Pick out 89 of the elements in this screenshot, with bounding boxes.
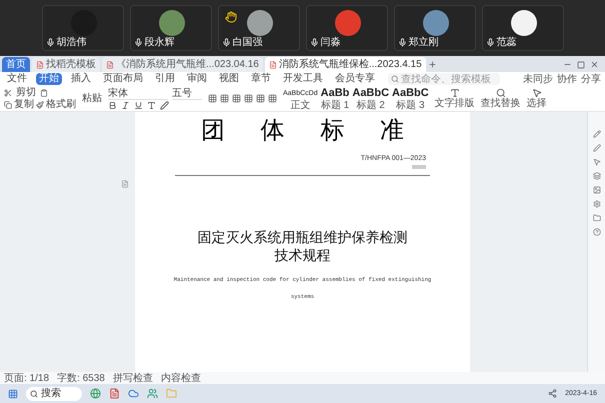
ribbon-label[interactable]: 格式刷 (46, 98, 76, 110)
new-tab-icon[interactable] (428, 60, 437, 69)
toolbar-action[interactable]: 分享 (581, 74, 601, 84)
menu-item[interactable]: 引用 (152, 73, 178, 85)
pointer-icon[interactable] (592, 158, 600, 166)
start-icon[interactable] (8, 388, 18, 398)
ribbon-label[interactable]: 复制 (14, 98, 34, 110)
style-preset[interactable]: AaBbC 标题 3 (392, 86, 429, 110)
microphone-icon[interactable] (310, 38, 318, 47)
menu-item[interactable]: 开始 (36, 73, 62, 85)
bold-icon[interactable] (108, 100, 117, 110)
settings-icon[interactable] (592, 200, 600, 208)
folder-icon[interactable] (592, 214, 600, 222)
copy-icon[interactable] (4, 100, 12, 108)
maximize-icon[interactable] (577, 60, 585, 68)
browser-icon[interactable] (90, 388, 101, 399)
underline-icon[interactable] (134, 100, 143, 110)
participant-name: 郑立刚 (408, 37, 438, 48)
scissors-icon[interactable] (4, 88, 12, 96)
document-app-icon[interactable] (109, 388, 120, 399)
size-dropdown[interactable]: 五号 (172, 88, 202, 100)
pen-icon[interactable] (592, 144, 600, 152)
taskbar-search[interactable]: 搜索 (26, 386, 82, 400)
document-title: 技术规程 (274, 246, 330, 264)
text-layout-icon (450, 88, 460, 98)
avatar (246, 10, 272, 36)
clipboard-icon[interactable] (40, 88, 48, 96)
menu-item[interactable]: 会员专享 (332, 73, 378, 85)
browser-tab[interactable]: 消防系统气瓶维保检...2023.4.15 (264, 57, 426, 72)
microphone-icon[interactable] (398, 38, 406, 47)
document-icon (268, 60, 277, 68)
avatar (334, 10, 360, 36)
people-icon[interactable] (147, 388, 158, 399)
font-dropdown[interactable]: 宋体 (108, 88, 168, 100)
document-icon (36, 60, 44, 68)
image-icon[interactable] (592, 186, 600, 194)
cloud-icon[interactable] (128, 388, 139, 399)
ribbon-tool[interactable]: 查找替换 (480, 88, 521, 109)
participant-name: 范蕊 (496, 37, 516, 48)
menu-item[interactable]: 章节 (248, 73, 274, 85)
search-field[interactable]: 查找命令、搜索模板 (388, 73, 500, 85)
help-icon[interactable] (592, 228, 600, 236)
status-item[interactable]: 拼写检查 (112, 372, 153, 384)
status-item: 页面: 1/18 (4, 372, 50, 384)
status-item: 字数: 6538 (57, 372, 105, 384)
ribbon-label[interactable]: 粘贴 (82, 92, 102, 104)
pointer-icon (532, 88, 542, 98)
font-color-icon[interactable] (147, 100, 156, 110)
browser-tab[interactable]: 首页 (2, 57, 30, 72)
microphone-icon[interactable] (486, 38, 494, 47)
avatar (510, 10, 536, 36)
microphone-icon[interactable] (134, 38, 142, 47)
menu-item[interactable]: 审阅 (184, 73, 210, 85)
document-icon (106, 60, 114, 68)
browser-tab[interactable]: 找稻壳模板 (32, 57, 100, 72)
share-icon[interactable] (548, 389, 558, 398)
paintbrush-icon[interactable] (36, 100, 44, 108)
browser-tab[interactable]: 《消防系统用气瓶维...023.04.16 (102, 57, 263, 72)
avatar (422, 10, 448, 36)
search-icon (391, 75, 399, 83)
ribbon-label[interactable]: 剪切 (16, 86, 36, 98)
participant-name: 闫淼 (320, 37, 340, 48)
close-icon[interactable] (590, 60, 599, 69)
menu-item[interactable]: 插入 (68, 73, 94, 85)
status-item[interactable]: 内容检查 (160, 372, 201, 384)
layers-icon[interactable] (592, 172, 600, 180)
ribbon-tool[interactable]: 选择 (526, 88, 547, 109)
search-icon (30, 390, 38, 398)
menu-item[interactable]: 页面布局 (100, 73, 146, 85)
ribbon-tool[interactable]: 文字排版 (434, 88, 475, 109)
highlight-mark (412, 165, 426, 169)
participant-name: 段永辉 (144, 37, 174, 48)
search-icon (496, 88, 506, 98)
pencil-icon[interactable] (592, 130, 600, 138)
style-preset[interactable]: AaBbC 标题 2 (352, 86, 390, 110)
menu-item[interactable]: 文件 (4, 73, 30, 85)
toolbar-action[interactable]: 未同步 (523, 74, 553, 84)
microphone-icon[interactable] (46, 38, 54, 47)
menu-item[interactable]: 开发工具 (280, 73, 326, 85)
participant-name: 白国强 (232, 37, 262, 48)
participant-name: 胡浩伟 (56, 37, 86, 48)
document-heading: 团 体 标 准 (201, 116, 404, 144)
avatar (158, 10, 184, 36)
microphone-icon[interactable] (222, 38, 230, 47)
document-title: 固定灭火系统用瓶组维护保养检测 (198, 228, 408, 246)
style-preset[interactable]: AaBb 标题 1 (320, 86, 350, 110)
italic-icon[interactable] (121, 100, 130, 110)
menu-item[interactable]: 视图 (216, 73, 242, 85)
toolbar-action[interactable]: 协作 (557, 74, 577, 84)
